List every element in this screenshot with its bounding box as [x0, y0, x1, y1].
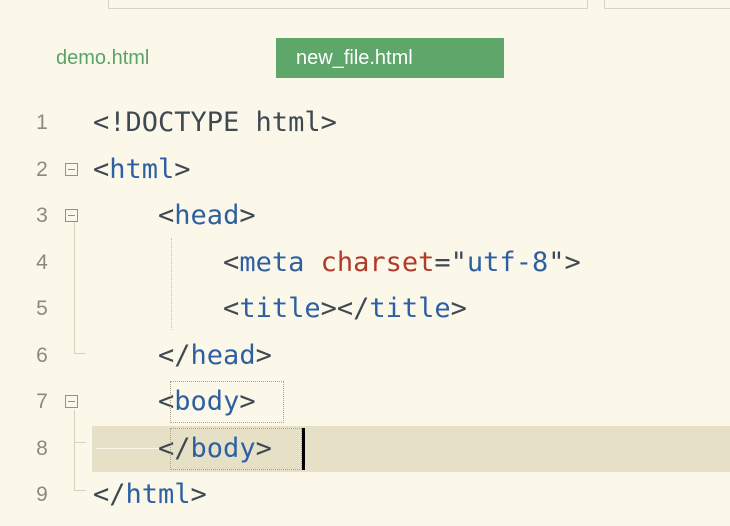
code-text: <!DOCTYPE html>: [93, 100, 337, 146]
fold-collapse-icon[interactable]: [65, 209, 78, 222]
tag-name: meta: [239, 246, 305, 278]
line-number: 4: [36, 250, 48, 274]
editor-tabs: demo.html new_file.html: [0, 38, 730, 78]
tag-name: html: [125, 479, 191, 510]
line-number: 1: [36, 111, 48, 134]
punctuation: =": [434, 246, 467, 278]
address-field-edge[interactable]: [108, 0, 588, 9]
punctuation: <: [158, 200, 175, 231]
punctuation: <!DOCTYPE html>: [93, 107, 337, 138]
punctuation: </: [158, 339, 191, 371]
punctuation: </: [93, 479, 126, 510]
punctuation: ">: [548, 246, 581, 278]
attribute-value: utf-8: [466, 246, 549, 278]
code-line[interactable]: 4 <meta charset="utf-8">: [0, 240, 730, 286]
code-line[interactable]: 6 </head>: [0, 333, 730, 379]
tab-new-file-html[interactable]: new_file.html: [276, 38, 504, 78]
code-text: </head>: [93, 333, 272, 379]
tag-name: title: [369, 293, 451, 324]
tag-match-highlight-close: [170, 427, 302, 470]
tag-name: html: [109, 153, 175, 185]
code-text: <html>: [93, 147, 191, 193]
punctuation: >: [255, 339, 272, 371]
punctuation: <: [223, 246, 240, 278]
code-line[interactable]: 9 </html>: [0, 472, 730, 518]
code-text: <title></title>: [93, 286, 467, 332]
tag-name: title: [239, 293, 321, 324]
code-line[interactable]: 1 <!DOCTYPE html>: [0, 100, 730, 146]
line-number: 8: [36, 436, 48, 460]
fold-collapse-icon[interactable]: [65, 162, 78, 176]
tag-name: head: [190, 339, 256, 371]
punctuation: >: [239, 200, 256, 231]
line-number: 6: [36, 343, 48, 367]
punctuation: >: [450, 293, 467, 324]
code-text: <meta charset="utf-8">: [93, 240, 581, 286]
line-number: 2: [36, 157, 48, 181]
top-toolbar-strip: [0, 0, 730, 10]
code-editor[interactable]: 1 <!DOCTYPE html> 2 <html> 3 <head> 4 <meta c…: [0, 100, 730, 526]
line-number: 3: [36, 204, 48, 227]
code-text: </html>: [93, 472, 207, 518]
line-number: 5: [36, 297, 48, 320]
punctuation: [304, 247, 320, 278]
tag-name: head: [174, 200, 240, 231]
attribute-name: charset: [320, 246, 435, 278]
search-field-edge[interactable]: [604, 0, 730, 9]
code-text: <head>: [93, 193, 256, 239]
punctuation: <: [93, 153, 110, 185]
line-number: 9: [36, 483, 48, 506]
text-cursor: [302, 427, 305, 470]
code-line[interactable]: 5 <title></title>: [0, 286, 730, 332]
tag-match-highlight-open: [170, 381, 284, 423]
punctuation: >: [174, 153, 191, 185]
code-line[interactable]: 2 <html>: [0, 147, 730, 193]
code-line[interactable]: 3 <head>: [0, 193, 730, 239]
code-line[interactable]: 7 <body>: [0, 379, 730, 425]
punctuation: <: [223, 293, 240, 324]
tab-demo-html[interactable]: demo.html: [36, 38, 169, 78]
punctuation: >: [190, 479, 207, 510]
fold-collapse-icon[interactable]: [65, 395, 78, 408]
code-line[interactable]: 8 </body>: [0, 426, 730, 472]
line-number: 7: [36, 390, 48, 413]
punctuation: ></: [320, 293, 370, 324]
